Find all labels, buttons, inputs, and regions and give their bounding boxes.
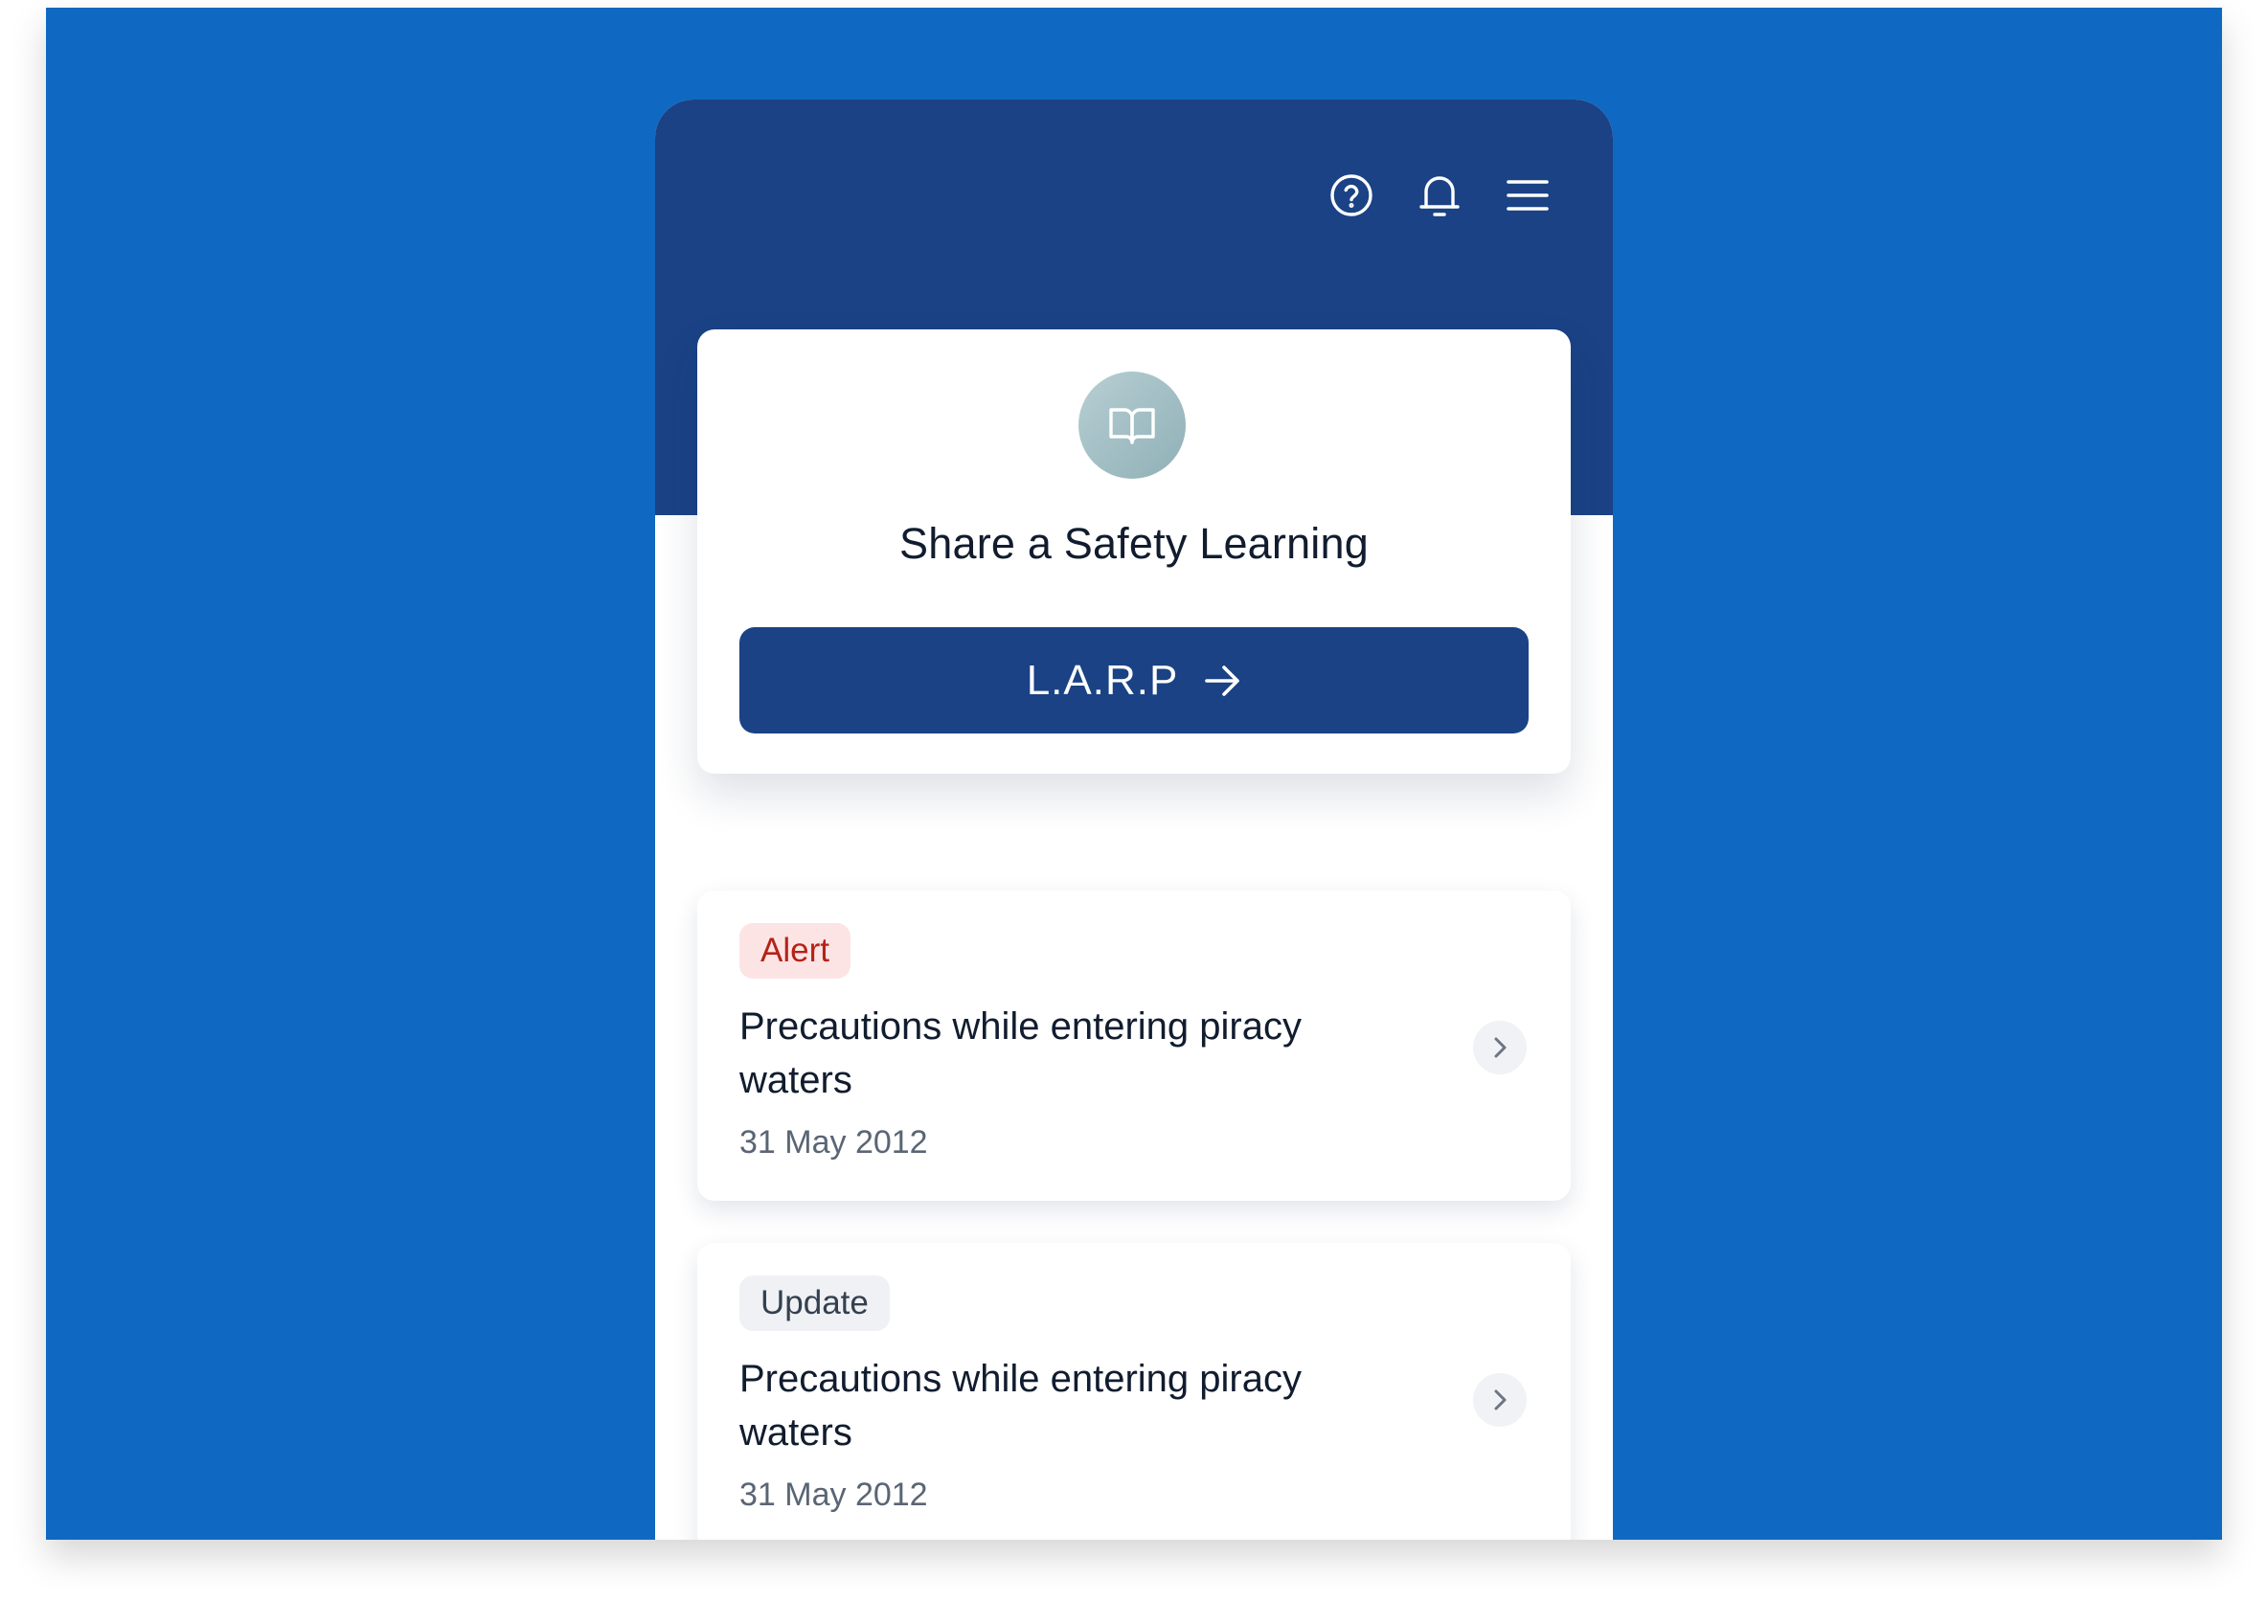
larp-button-label: L.A.R.P [1026,656,1179,704]
chevron-right-icon[interactable] [1473,1021,1527,1074]
arrow-right-icon [1205,665,1240,696]
item-date: 31 May 2012 [739,1124,928,1161]
item-title: Precautions while entering piracy waters [739,1358,1302,1454]
bell-icon[interactable] [1416,169,1463,222]
list-item[interactable]: Update Precautions while entering piracy… [697,1243,1571,1540]
hamburger-menu-icon[interactable] [1504,169,1552,222]
list-item[interactable]: Alert Precautions while entering piracy … [697,891,1571,1201]
larp-button[interactable]: L.A.R.P [739,627,1529,733]
chevron-right-icon[interactable] [1473,1373,1527,1427]
update-badge: Update [739,1275,890,1331]
help-circle-icon[interactable] [1327,169,1375,222]
open-book-icon [1078,372,1186,479]
background-canvas: Share a Safety Learning L.A.R.P Alert Pr… [46,8,2222,1540]
item-title: Precautions while entering piracy waters [739,1005,1302,1101]
share-learning-card: Share a Safety Learning L.A.R.P [697,329,1571,774]
card-heading: Share a Safety Learning [899,519,1369,568]
alert-badge: Alert [739,923,850,979]
header-actions [1327,169,1552,222]
item-date: 31 May 2012 [739,1477,928,1513]
phone-screen: Share a Safety Learning L.A.R.P Alert Pr… [655,100,1613,1540]
